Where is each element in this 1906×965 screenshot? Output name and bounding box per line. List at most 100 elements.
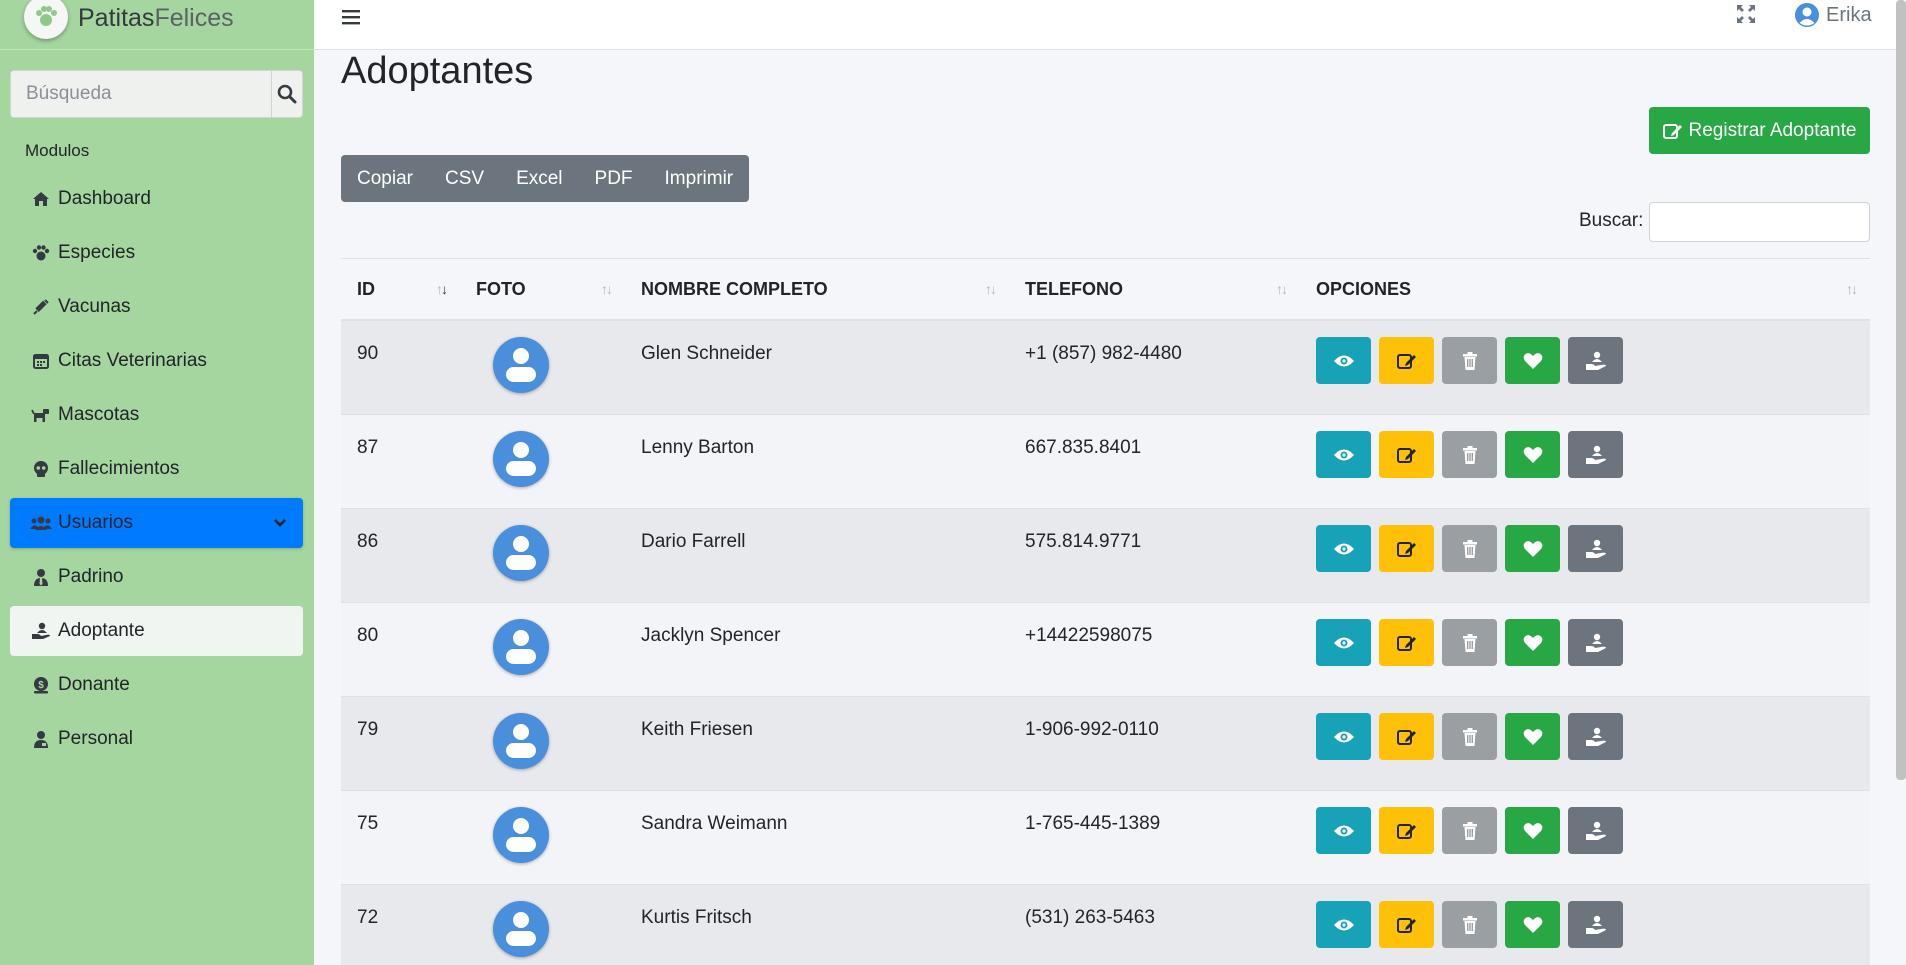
sidebar-item-padrino[interactable]: Padrino [10,552,303,602]
pdf-button[interactable]: PDF [579,155,649,202]
print-button[interactable]: Imprimir [649,155,750,202]
view-button[interactable] [1316,525,1371,572]
column-header-id[interactable]: ID ↑↓ [341,259,460,319]
user-photo-icon [493,525,549,581]
favorite-button[interactable] [1505,713,1560,760]
eye-icon [1333,637,1354,648]
csv-button[interactable]: CSV [429,155,500,202]
copy-button[interactable]: Copiar [341,155,429,202]
adopt-button[interactable] [1568,807,1623,854]
syringe-icon [30,298,52,316]
view-button[interactable] [1316,807,1371,854]
user-menu[interactable]: Erika [1794,2,1872,28]
table-row: 72 Kurtis Fritsch (531) 263-5463 [341,885,1870,965]
sort-icon: ↑↓ [985,281,997,297]
user-tie-icon [30,568,52,586]
skull-icon [30,460,52,478]
cell-phone: 575.814.9771 [1025,531,1142,552]
cell-name: Lenny Barton [641,437,755,458]
hand-holding-user-icon [1585,445,1606,464]
delete-button[interactable] [1442,337,1497,384]
view-button[interactable] [1316,619,1371,666]
search-button[interactable] [271,71,302,117]
sidebar-item-label: Especies [58,242,136,263]
edit-button[interactable] [1379,525,1434,572]
page-scrollbar[interactable] [1896,0,1906,780]
excel-button[interactable]: Excel [500,155,578,202]
favorite-button[interactable] [1505,901,1560,948]
delete-button[interactable] [1442,901,1497,948]
cell-id: 75 [357,813,379,834]
register-adoptante-button[interactable]: Registrar Adoptante [1649,107,1870,154]
cell-options [1300,603,1870,696]
trash-icon [1462,727,1477,746]
adopt-button[interactable] [1568,619,1623,666]
sidebar-item-vacunas[interactable]: Vacunas [10,282,303,332]
cell-id: 86 [357,531,379,552]
cell-foto [460,321,625,414]
edit-button[interactable] [1379,807,1434,854]
sidebar-item-label: Padrino [58,566,124,587]
cell-phone: 667.835.8401 [1025,437,1142,458]
delete-button[interactable] [1442,807,1497,854]
view-button[interactable] [1316,713,1371,760]
edit-button[interactable] [1379,713,1434,760]
trash-icon [1462,539,1477,558]
edit-button[interactable] [1379,619,1434,666]
view-button[interactable] [1316,337,1371,384]
svg-text:$: $ [38,680,44,691]
delete-button[interactable] [1442,713,1497,760]
column-header-opciones[interactable]: OPCIONES ↑↓ [1300,259,1870,319]
sidebar-item-mascotas[interactable]: Mascotas [10,390,303,440]
edit-button[interactable] [1379,337,1434,384]
column-header-foto[interactable]: FOTO ↑↓ [460,259,625,319]
sidebar-item-adoptante[interactable]: Adoptante [10,606,303,656]
home-icon [30,191,52,207]
sidebar-item-personal[interactable]: Personal [10,714,303,764]
favorite-button[interactable] [1505,807,1560,854]
heart-icon [1523,540,1542,557]
cell-foto [460,697,625,790]
cell-id: 79 [357,719,379,740]
fullscreen-icon[interactable] [1734,2,1758,31]
brand[interactable]: PatitasFelices [0,0,314,50]
eye-icon [1333,731,1354,742]
sort-icon: ↑↓ [1846,281,1858,297]
sidebar-item-citas[interactable]: Citas Veterinarias [10,336,303,386]
cell-foto [460,415,625,508]
hand-holding-user-icon [1585,633,1606,652]
favorite-button[interactable] [1505,525,1560,572]
users-icon [30,515,52,531]
column-header-telefono[interactable]: TELEFONO ↑↓ [1009,259,1300,319]
sidebar-item-especies[interactable]: Especies [10,228,303,278]
table-search-input[interactable] [1649,202,1870,242]
favorite-button[interactable] [1505,619,1560,666]
sidebar-item-usuarios[interactable]: Usuarios [10,498,303,548]
trash-icon [1462,633,1477,652]
cell-name: Glen Schneider [641,343,772,364]
delete-button[interactable] [1442,525,1497,572]
sidebar-search-input[interactable] [11,71,271,117]
edit-button[interactable] [1379,901,1434,948]
favorite-button[interactable] [1505,431,1560,478]
view-button[interactable] [1316,901,1371,948]
cell-id: 90 [357,343,379,364]
column-header-nombre[interactable]: NOMBRE COMPLETO ↑↓ [625,259,1009,319]
menu-toggle-icon[interactable] [342,4,360,32]
adopt-button[interactable] [1568,431,1623,478]
adopt-button[interactable] [1568,713,1623,760]
cell-id: 72 [357,907,379,928]
adopt-button[interactable] [1568,337,1623,384]
hand-holding-user-icon [1585,727,1606,746]
delete-button[interactable] [1442,431,1497,478]
favorite-button[interactable] [1505,337,1560,384]
edit-button[interactable] [1379,431,1434,478]
delete-button[interactable] [1442,619,1497,666]
sidebar-item-donante[interactable]: $ Donante [10,660,303,710]
sidebar-item-dashboard[interactable]: Dashboard [10,174,303,224]
adopt-button[interactable] [1568,901,1623,948]
sidebar-item-fallecimientos[interactable]: Fallecimientos [10,444,303,494]
table-body: 90 Glen Schneider +1 (857) 982-4480 87 L… [341,321,1870,965]
adopt-button[interactable] [1568,525,1623,572]
view-button[interactable] [1316,431,1371,478]
